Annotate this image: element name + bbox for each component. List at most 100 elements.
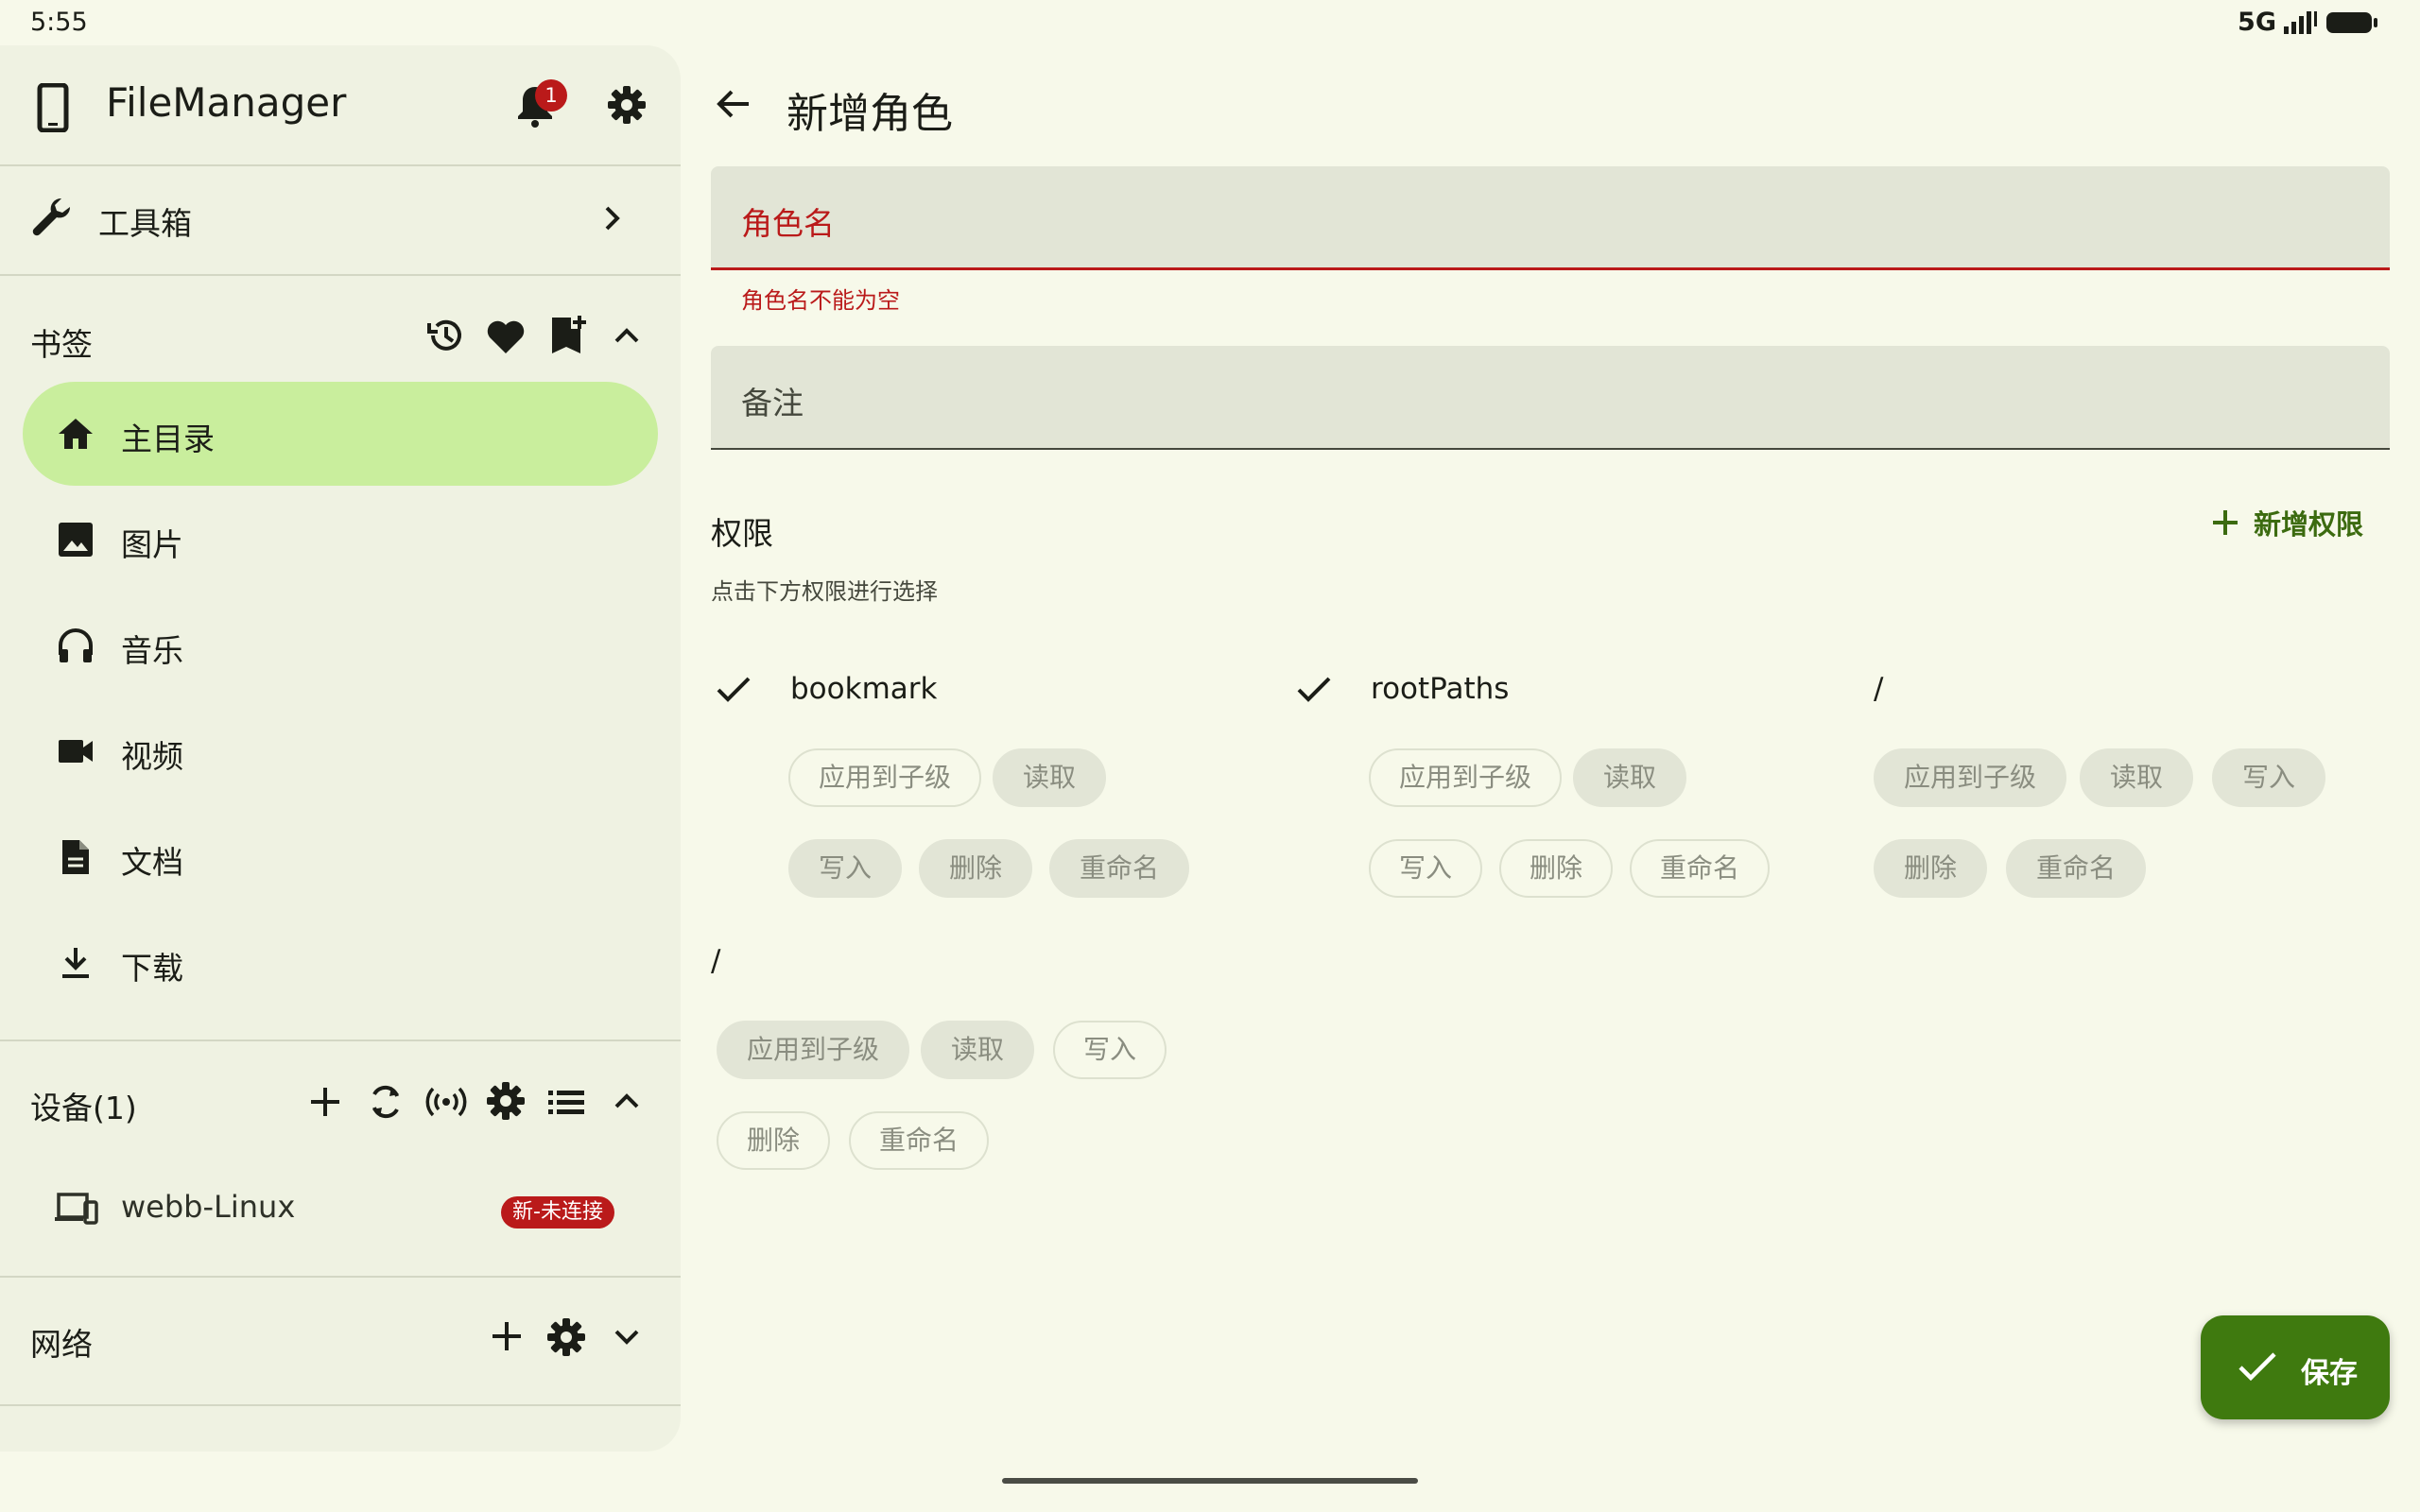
devices-icon <box>53 1191 98 1228</box>
sidebar-header: FileManager 1 <box>0 45 681 166</box>
gesture-nav-handle[interactable] <box>1002 1478 1418 1484</box>
field-label: 备注 <box>741 385 804 421</box>
sidebar-item-label: 音乐 <box>121 632 183 669</box>
sidebar-item-videos[interactable]: 视频 <box>23 699 658 803</box>
tools-row[interactable]: 工具箱 <box>0 166 681 276</box>
check-icon <box>715 670 758 708</box>
app-title: FileManager <box>106 79 347 126</box>
gear-icon[interactable] <box>486 1081 526 1121</box>
permission-chip[interactable]: 删除 <box>1499 839 1614 898</box>
permission-chip[interactable]: 应用到子级 <box>1874 748 2067 807</box>
divider <box>0 1040 681 1041</box>
arrow-left-icon <box>715 85 752 123</box>
add-icon[interactable] <box>488 1317 526 1355</box>
sidebar-item-label: 文档 <box>121 844 183 881</box>
sync-icon[interactable] <box>367 1081 405 1123</box>
permission-chip[interactable]: 写入 <box>1369 839 1483 898</box>
broadcast-icon[interactable] <box>425 1085 467 1119</box>
heart-icon[interactable] <box>486 318 526 355</box>
permission-chip[interactable]: 应用到子级 <box>717 1021 910 1079</box>
permission-chip[interactable]: 删除 <box>919 839 1033 898</box>
history-icon[interactable] <box>425 316 465 355</box>
permission-group-name: bookmark <box>790 672 938 706</box>
device-item[interactable]: webb-Linux 新-未连接 <box>0 1168 681 1253</box>
status-time: 5:55 <box>30 8 88 37</box>
sidebar-item-label: 下载 <box>121 950 183 987</box>
sidebar-item-images[interactable]: 图片 <box>23 488 658 592</box>
status-badge: 新-未连接 <box>501 1196 614 1228</box>
chevron-right-icon <box>597 204 626 232</box>
wrench-icon <box>28 195 76 242</box>
check-icon <box>2237 1348 2278 1385</box>
settings-button[interactable] <box>607 85 647 125</box>
download-icon <box>57 944 95 982</box>
network-title: 网络 <box>30 1326 93 1363</box>
permission-chip[interactable]: 重命名 <box>1049 839 1190 898</box>
main-content: 新增角色 角色名 角色名不能为空 备注 权限 新增权限 点击下方权限进行选择 b… <box>681 45 2420 1512</box>
sidebar-item-label: 图片 <box>121 526 183 563</box>
chevron-up-icon[interactable] <box>613 321 641 350</box>
add-permission-button[interactable]: 新增权限 <box>2210 503 2363 542</box>
gear-icon <box>607 85 647 125</box>
permission-chip[interactable]: 删除 <box>717 1111 831 1170</box>
list-icon[interactable] <box>546 1085 586 1119</box>
add-icon[interactable] <box>306 1083 344 1121</box>
notification-badge: 1 <box>535 79 567 112</box>
check-icon <box>1295 670 1339 708</box>
headphones-icon <box>57 627 95 664</box>
permission-group-header[interactable]: bookmark <box>715 665 937 713</box>
field-label: 角色名 <box>741 205 835 242</box>
permission-chip[interactable]: 写入 <box>788 839 903 898</box>
back-button[interactable] <box>715 85 752 123</box>
document-icon <box>57 838 95 876</box>
permission-chip[interactable]: 写入 <box>1053 1021 1167 1079</box>
permission-group-header[interactable]: / <box>1874 665 1883 713</box>
permission-group-name: / <box>1874 672 1884 706</box>
sidebar-item-downloads[interactable]: 下载 <box>23 911 658 1015</box>
chevron-down-icon[interactable] <box>613 1323 641 1351</box>
permission-group-name: rootPaths <box>1371 672 1510 706</box>
image-icon <box>57 521 95 558</box>
permission-chip[interactable]: 应用到子级 <box>1369 748 1563 807</box>
permission-chip[interactable]: 重命名 <box>849 1111 990 1170</box>
status-bar: 5:55 5G <box>0 0 2420 45</box>
save-label: 保存 <box>2301 1357 2358 1390</box>
divider <box>0 274 681 276</box>
gear-icon[interactable] <box>546 1317 586 1357</box>
permission-chip[interactable]: 读取 <box>2080 748 2194 807</box>
permission-chip[interactable]: 重命名 <box>2006 839 2147 898</box>
sidebar: FileManager 1 工具箱 书签 主目录 图片 音乐 视频 文档 下载 … <box>0 45 681 1452</box>
network-type: 5G <box>2238 8 2276 37</box>
save-button[interactable]: 保存 <box>2201 1315 2390 1419</box>
permissions-title: 权限 <box>711 515 773 552</box>
chevron-up-icon[interactable] <box>613 1087 641 1115</box>
sidebar-item-documents[interactable]: 文档 <box>23 805 658 909</box>
sidebar-item-music[interactable]: 音乐 <box>23 593 658 697</box>
bookmark-add-icon[interactable] <box>548 314 588 355</box>
permission-chip[interactable]: 应用到子级 <box>788 748 982 807</box>
sidebar-item-label: 视频 <box>121 738 183 775</box>
permission-chip[interactable]: 读取 <box>1573 748 1687 807</box>
permission-chip[interactable]: 重命名 <box>1630 839 1771 898</box>
sidebar-item-home[interactable]: 主目录 <box>23 382 658 486</box>
role-name-field[interactable]: 角色名 <box>711 166 2390 270</box>
permissions-hint: 点击下方权限进行选择 <box>711 578 938 605</box>
devices-title: 设备(1) <box>30 1090 137 1126</box>
divider <box>0 1276 681 1278</box>
device-name: webb-Linux <box>121 1189 296 1225</box>
plus-icon <box>2210 507 2240 538</box>
permission-group-header[interactable]: / <box>711 937 720 985</box>
video-icon <box>57 732 95 770</box>
home-icon <box>57 415 95 453</box>
permission-chip[interactable]: 读取 <box>921 1021 1035 1079</box>
permission-group-header[interactable]: rootPaths <box>1295 665 1509 713</box>
page-title: 新增角色 <box>786 90 953 138</box>
add-permission-label: 新增权限 <box>2254 508 2364 541</box>
bookmarks-title: 书签 <box>30 326 93 363</box>
permission-chip[interactable]: 读取 <box>993 748 1107 807</box>
signal-icon <box>2282 9 2320 36</box>
note-field[interactable]: 备注 <box>711 346 2390 450</box>
permission-chip[interactable]: 写入 <box>2212 748 2326 807</box>
permission-chip[interactable]: 删除 <box>1874 839 1988 898</box>
field-error-text: 角色名不能为空 <box>741 287 900 314</box>
